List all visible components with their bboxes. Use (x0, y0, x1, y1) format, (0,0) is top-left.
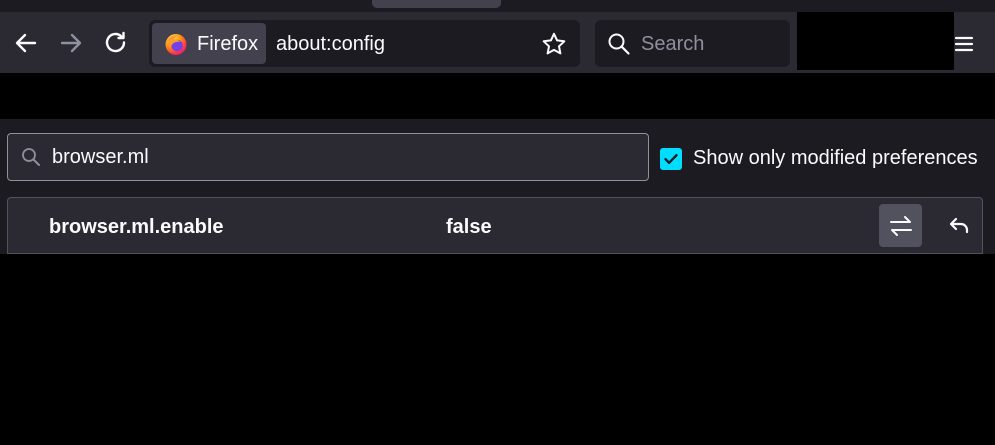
search-icon (22, 148, 40, 166)
preference-search-input[interactable]: browser.ml (7, 133, 649, 181)
url-bar[interactable]: Firefox about:config (149, 20, 580, 67)
reset-button[interactable] (937, 204, 980, 247)
reload-icon (105, 31, 126, 53)
search-input-value[interactable]: browser.ml (52, 146, 149, 169)
redacted-area (797, 12, 954, 70)
checkmark-icon (664, 153, 678, 164)
bookmark-star-icon[interactable] (541, 31, 567, 57)
back-arrow-icon (15, 33, 37, 53)
search-icon (608, 33, 630, 55)
search-placeholder: Search (641, 33, 705, 55)
hamburger-menu-icon[interactable] (950, 30, 978, 58)
show-modified-label: Show only modified preferences (693, 147, 978, 169)
preference-value: false (446, 216, 492, 238)
tab-strip (0, 0, 995, 12)
back-button[interactable] (11, 28, 41, 58)
show-modified-toggle[interactable]: Show only modified preferences (660, 147, 978, 170)
firefox-logo-icon (165, 34, 187, 55)
forward-arrow-icon (60, 33, 82, 53)
empty-area (0, 254, 995, 445)
preferences-table: browser.ml.enable false (7, 197, 983, 254)
tab-stub[interactable] (372, 0, 501, 8)
navigation-toolbar: Firefox about:config Search (0, 12, 995, 73)
reset-icon (949, 217, 968, 233)
toggle-button[interactable] (879, 204, 922, 247)
reload-button[interactable] (101, 28, 131, 58)
identity-box[interactable]: Firefox (152, 23, 266, 64)
about-config-page: browser.ml Show only modified preference… (0, 119, 995, 445)
toggle-icon (889, 215, 912, 236)
identity-label: Firefox (197, 33, 259, 55)
forward-button[interactable] (56, 28, 86, 58)
preference-name: browser.ml.enable (49, 216, 224, 238)
url-text[interactable]: about:config (276, 33, 385, 56)
search-bar[interactable]: Search (595, 20, 790, 67)
show-modified-checkbox[interactable] (660, 147, 682, 170)
